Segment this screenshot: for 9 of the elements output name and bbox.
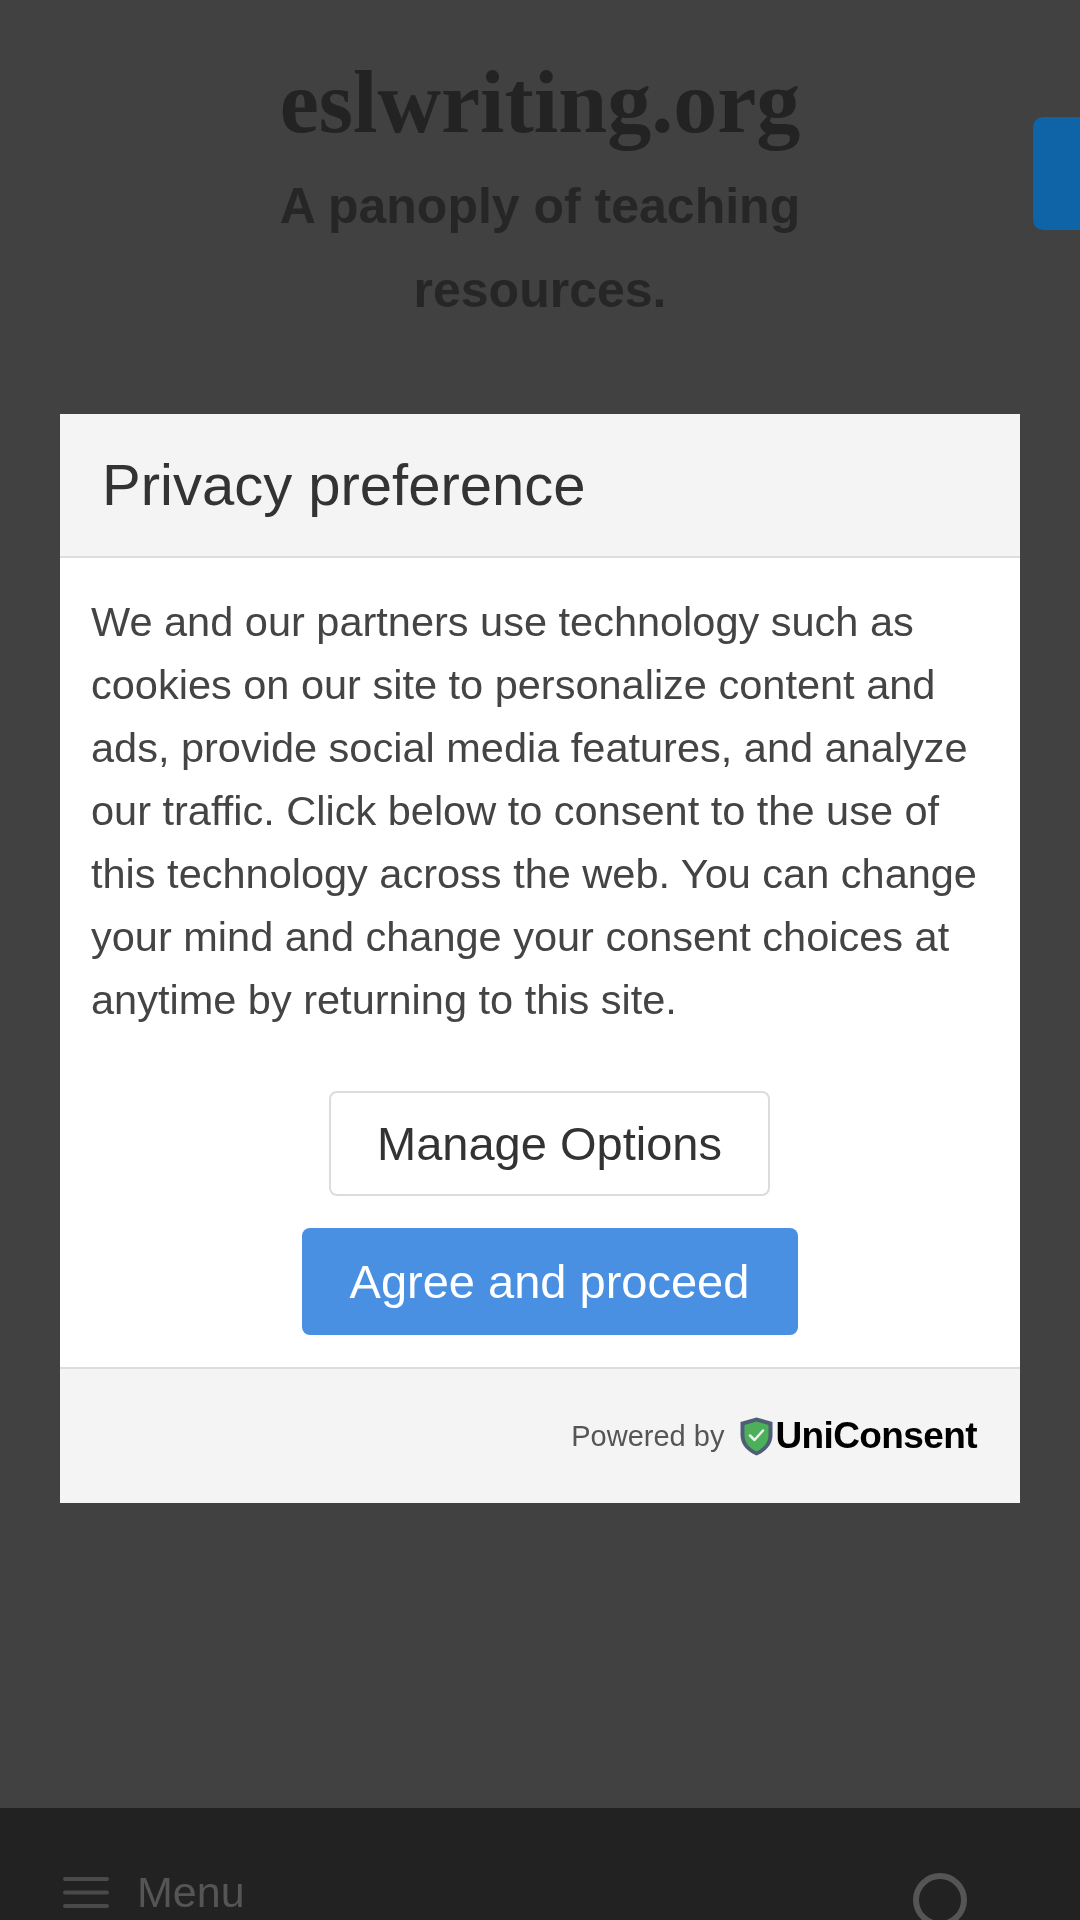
shield-icon xyxy=(740,1416,774,1456)
options-button[interactable]: Manage Options xyxy=(329,1091,770,1196)
menu-icon xyxy=(63,1876,109,1908)
consent-message: We and our partners use technology such as cookies on our site to personalize content and ads, provide social media features, and analyze our traffic. Click below to consent to the use of this technology across the web. You can change your mind and change your consent choices at anytime by returning to this site. xyxy=(91,597,978,1025)
dialog-title: Privacy preference xyxy=(102,452,586,518)
powered-by-text: Powered by xyxy=(571,1419,725,1453)
brand-link[interactable]: UniConsent xyxy=(740,1415,977,1457)
search-icon[interactable] xyxy=(913,1873,967,1920)
agree-button[interactable]: Agree and proceed xyxy=(301,1228,798,1335)
